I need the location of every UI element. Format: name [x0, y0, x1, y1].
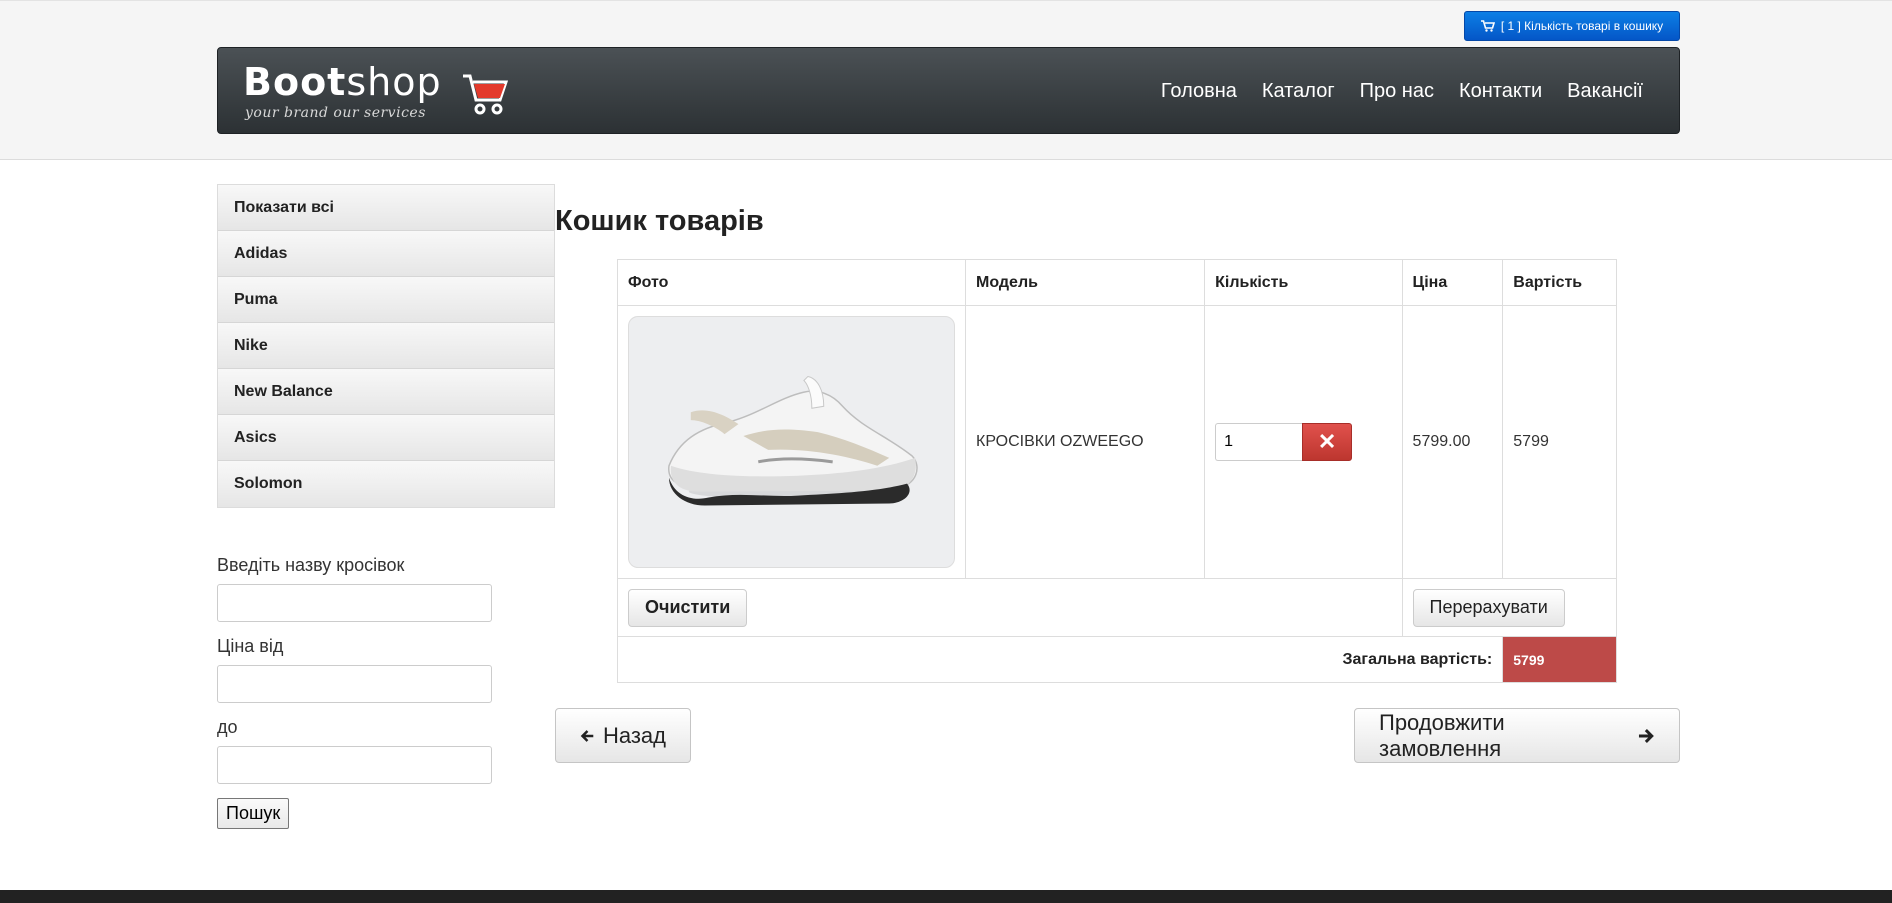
sidebar-item-puma[interactable]: Puma: [218, 277, 554, 323]
back-button[interactable]: Назад: [555, 708, 691, 763]
brand-sidebar: Показати всі Adidas Puma Nike New Balanc…: [217, 184, 555, 508]
nav-vacancies[interactable]: Вакансії: [1567, 80, 1643, 103]
close-icon: ✕: [1317, 429, 1337, 454]
price-to-input[interactable]: [217, 746, 492, 784]
recalc-cell: Перерахувати: [1401, 578, 1618, 637]
cart-button-label: [ 1 ] Кількість товарі в кошику: [1500, 19, 1664, 33]
logo-tagline: your brand our services: [245, 105, 426, 121]
continue-button-label: Продовжити замовлення: [1379, 709, 1505, 761]
name-label: Введіть назву кросівок: [217, 555, 405, 575]
nav-home[interactable]: Головна: [1161, 80, 1237, 103]
clear-cell: Очистити: [617, 578, 1403, 637]
photo-cell: [617, 305, 966, 579]
price-from-label: Ціна від: [217, 636, 284, 656]
quantity-input[interactable]: [1215, 423, 1303, 461]
recalculate-button[interactable]: Перерахувати: [1412, 588, 1565, 627]
nav-about[interactable]: Про нас: [1360, 80, 1434, 103]
sidebar-item-new-balance[interactable]: New Balance: [218, 369, 554, 415]
table-header-row: Фото Модель Кількість Ціна Вартість: [617, 259, 1617, 306]
logo-brand: Bootshop: [243, 60, 442, 104]
back-button-label: Назад: [602, 722, 666, 748]
actions-row: Очистити Перерахувати: [617, 578, 1618, 637]
sidebar-item-solomon[interactable]: Solomon: [218, 461, 554, 507]
model-cell: КРОСІВКИ OZWEEGO: [964, 305, 1206, 579]
col-photo: Фото: [617, 259, 966, 306]
cart-icon: [1480, 20, 1495, 32]
cost-cell: 5799: [1502, 305, 1617, 579]
total-row: Загальна вартість: 5799: [616, 636, 1617, 683]
page-title: Кошик товарів: [555, 205, 764, 237]
product-photo: [628, 316, 955, 568]
nav-catalog[interactable]: Каталог: [1262, 80, 1335, 103]
total-label: Загальна вартість:: [616, 636, 1504, 683]
main-nav: Головна Каталог Про нас Контакти Вакансі…: [1161, 48, 1643, 135]
col-price: Ціна: [1401, 259, 1504, 306]
sneaker-image: [668, 375, 918, 506]
arrow-left-icon: [580, 729, 594, 742]
col-cost: Вартість: [1502, 259, 1617, 306]
remove-item-button[interactable]: ✕: [1302, 423, 1353, 461]
footer-bar: [0, 890, 1892, 903]
logo-cart-icon: [463, 74, 509, 115]
clear-button[interactable]: Очистити: [628, 588, 748, 627]
cart-table: Фото Модель Кількість Ціна Вартість КРОС…: [616, 259, 1618, 683]
logo[interactable]: Bootshop your brand our services: [243, 60, 509, 122]
nav-contacts[interactable]: Контакти: [1459, 80, 1542, 103]
search-button[interactable]: Пошук: [217, 798, 290, 829]
continue-order-button[interactable]: Продовжити замовлення: [1354, 708, 1680, 763]
col-quantity: Кількість: [1204, 259, 1403, 306]
cart-button[interactable]: [ 1 ] Кількість товарі в кошику: [1464, 11, 1680, 41]
sidebar-item-asics[interactable]: Asics: [218, 415, 554, 461]
col-model: Модель: [964, 259, 1206, 306]
price-from-input[interactable]: [217, 665, 492, 703]
navbar: Bootshop your brand our services Головна…: [217, 47, 1680, 134]
name-input[interactable]: [217, 584, 492, 622]
sidebar-item-nike[interactable]: Nike: [218, 323, 554, 369]
total-value: 5799: [1502, 636, 1617, 683]
top-header: [ 1 ] Кількість товарі в кошику Bootshop…: [0, 0, 1892, 160]
sidebar-item-all[interactable]: Показати всі: [218, 185, 554, 231]
search-filter: Введіть назву кросівок Ціна від до Пошук: [217, 555, 517, 829]
sidebar-item-adidas[interactable]: Adidas: [218, 231, 554, 277]
price-to-label: до: [217, 717, 238, 737]
quantity-group: ✕: [1215, 423, 1391, 461]
arrow-right-icon: [1639, 728, 1655, 743]
table-row: КРОСІВКИ OZWEEGO ✕ 5799.00 5799: [617, 305, 1617, 579]
quantity-cell: ✕: [1204, 305, 1403, 579]
price-cell: 5799.00: [1401, 305, 1504, 579]
